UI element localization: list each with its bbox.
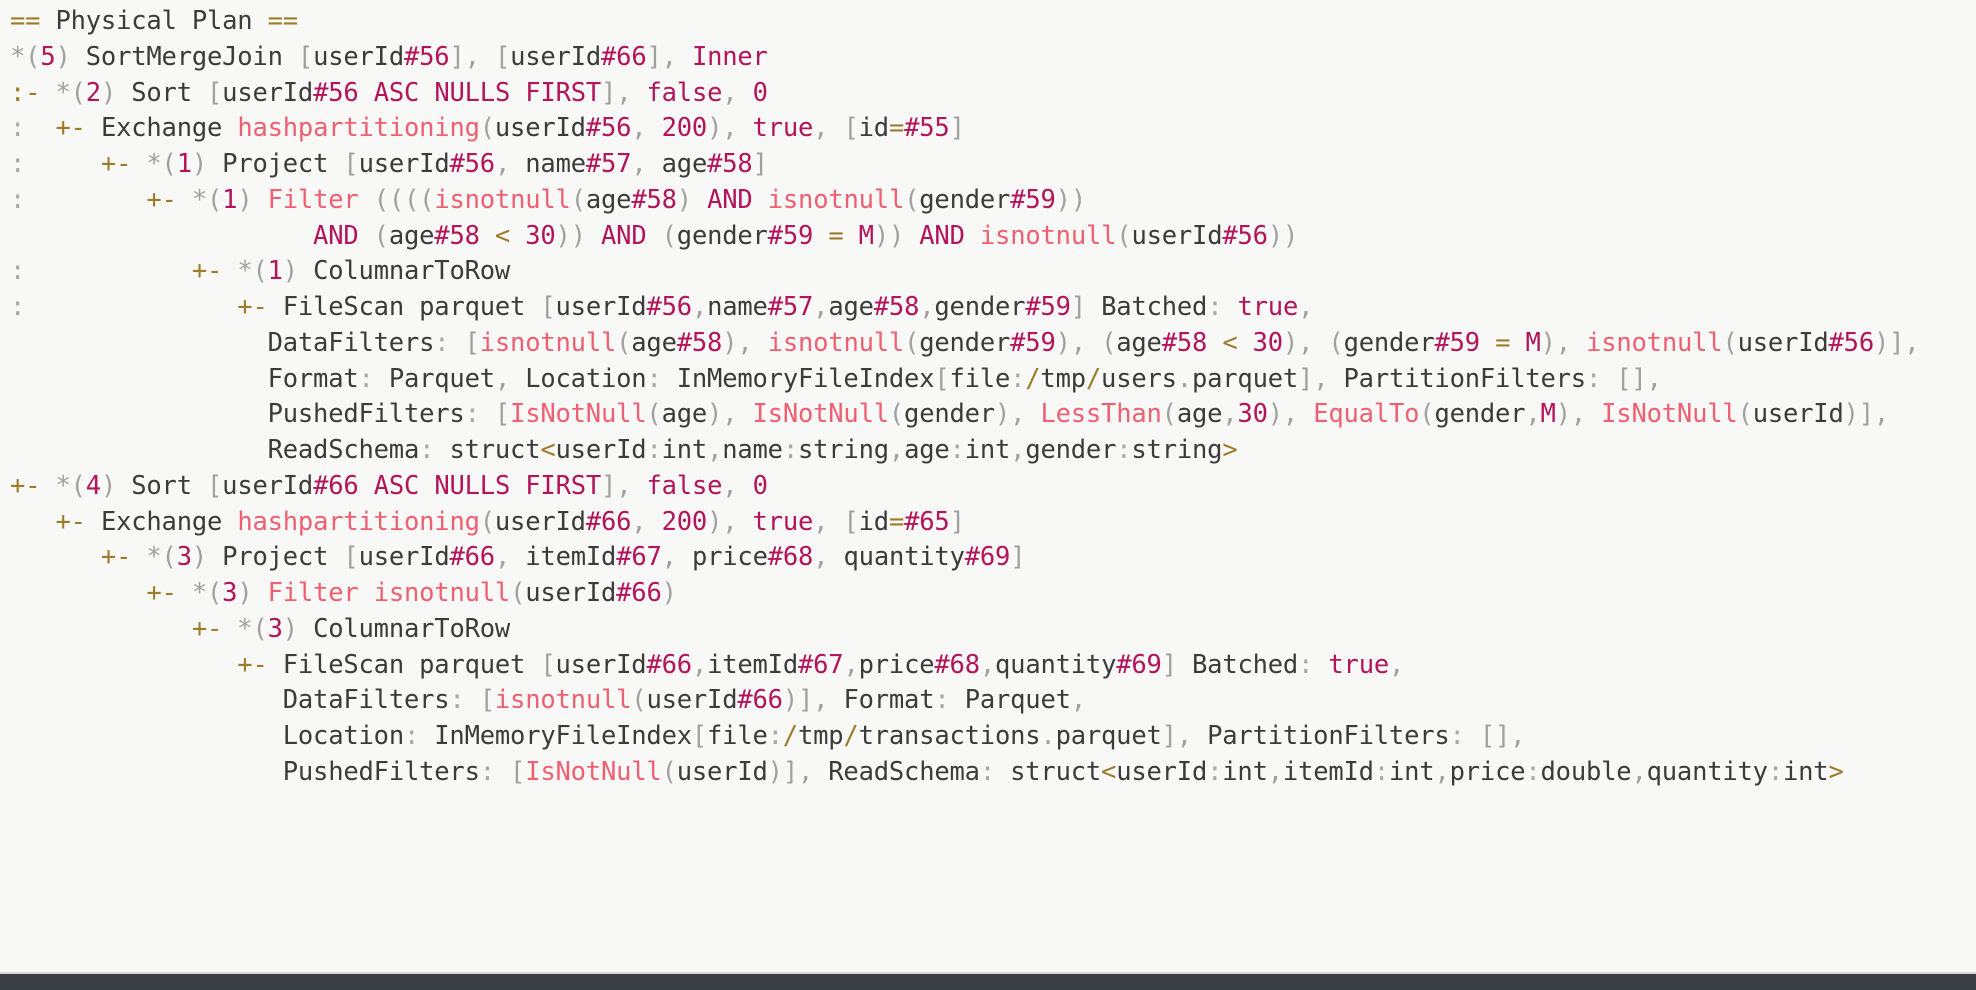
plan-line: PushedFilters: [IsNotNull(userId)], Read…: [282, 756, 1844, 787]
plan-line: Location: InMemoryFileIndex[file:/tmp/tr…: [282, 721, 1526, 751]
plan-line: : +- *(1) Filter ((((isnotnull(age#58) A…: [10, 184, 1086, 215]
plan-line: +- *(3) Filter isnotnull(userId#66): [146, 578, 677, 608]
plan-line: *(5) SortMergeJoin [userId#56], [userId#…: [10, 41, 768, 72]
plan-line: +- *(3) Project [userId#66, itemId#67, p…: [100, 542, 1026, 573]
bottom-status-bar: [0, 974, 1976, 990]
plan-line: ReadSchema: struct<userId:int,name:strin…: [267, 435, 1238, 465]
plan-line: PushedFilters: [IsNotNull(age), IsNotNul…: [267, 399, 1890, 430]
plan-line: : +- Exchange hashpartitioning(userId#56…: [10, 113, 965, 144]
plan-text-block[interactable]: == Physical Plan == *(5) SortMergeJoin [u…: [0, 0, 1920, 791]
plan-line: : +- *(1) ColumnarToRow: [10, 256, 511, 287]
plan-line: : +- FileScan parquet [userId#56,name#57…: [10, 292, 1314, 322]
physical-plan-output: == Physical Plan == *(5) SortMergeJoin [u…: [0, 0, 1976, 990]
plan-line: +- *(4) Sort [userId#66 ASC NULLS FIRST]…: [10, 470, 768, 501]
plan-line: +- Exchange hashpartitioning(userId#66, …: [55, 506, 965, 537]
plan-line: DataFilters: [isnotnull(userId#66)], For…: [282, 685, 1086, 716]
plan-line: DataFilters: [isnotnull(age#58), isnotnu…: [267, 327, 1920, 358]
plan-line: :- *(2) Sort [userId#56 ASC NULLS FIRST]…: [10, 77, 768, 108]
plan-line: : +- *(1) Project [userId#56, name#57, a…: [10, 149, 768, 179]
plan-line: +- FileScan parquet [userId#66,itemId#67…: [237, 649, 1405, 680]
plan-line: AND (age#58 < 30)) AND (gender#59 = M)) …: [313, 220, 1299, 251]
plan-line: Format: Parquet, Location: InMemoryFileI…: [267, 363, 1662, 394]
plan-line: +- *(3) ColumnarToRow: [191, 613, 511, 644]
plan-line: == Physical Plan ==: [10, 6, 298, 36]
